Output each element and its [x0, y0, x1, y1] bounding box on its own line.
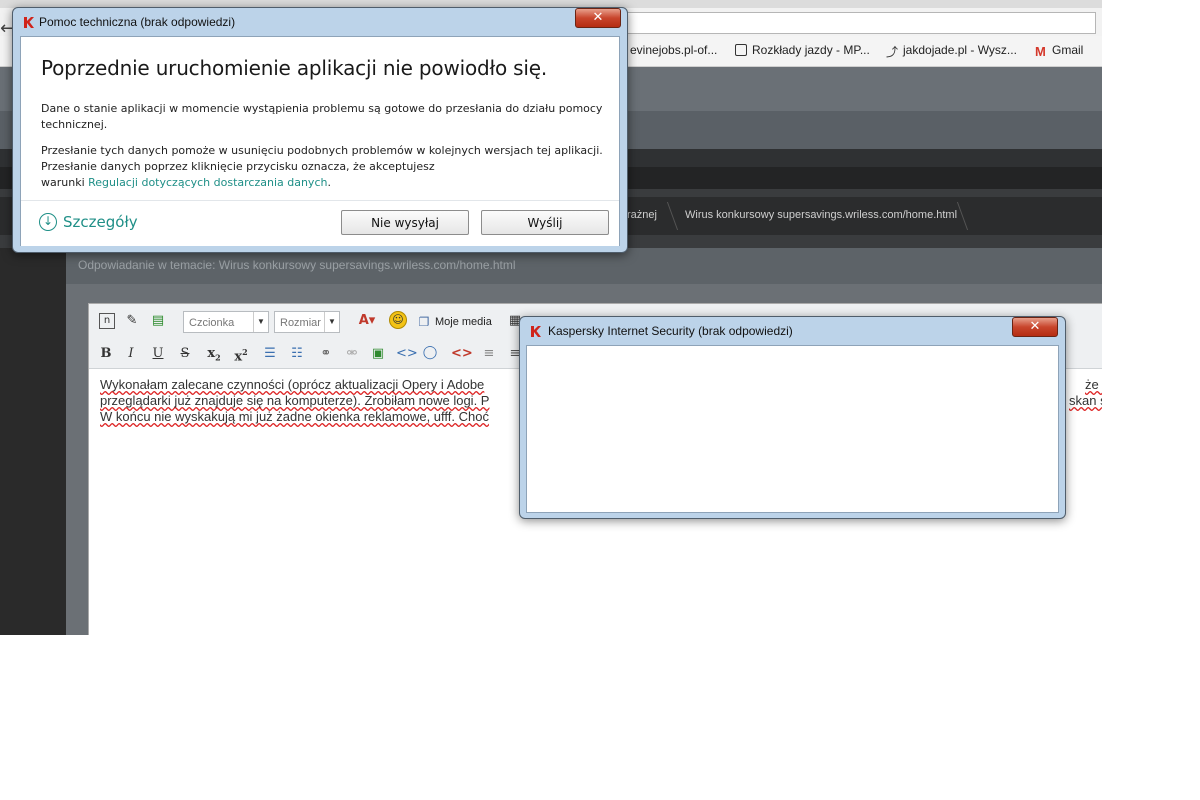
- dialog-text: Przesłanie tych danych pomoże w usunięci…: [41, 144, 603, 157]
- media-icon[interactable]: ❐: [417, 313, 431, 331]
- outdent-icon[interactable]: ≡: [481, 345, 497, 363]
- editor-text-fragment: skan s: [1069, 393, 1102, 408]
- dialog-text: Dane o stanie aplikacji w momencie wystą…: [41, 102, 603, 115]
- breadcrumb-separator: [666, 202, 679, 230]
- chevron-down-icon: ▼: [253, 312, 268, 332]
- text-color-icon[interactable]: A▾: [354, 312, 380, 330]
- kaspersky-icon: [24, 17, 34, 28]
- breadcrumb-separator: [956, 202, 969, 230]
- strikethrough-icon[interactable]: S: [178, 345, 192, 363]
- route-icon: ⤴: [886, 45, 899, 59]
- kis-dialog: Kaspersky Internet Security (brak odpowi…: [519, 316, 1066, 519]
- image-icon[interactable]: ▣: [370, 345, 386, 363]
- send-button[interactable]: Wyślij: [481, 210, 609, 235]
- smiley-icon[interactable]: ☺: [389, 311, 407, 329]
- dialog-text: warunki Regulacji dotyczących dostarczan…: [41, 176, 331, 189]
- bookmark-item[interactable]: Rozkłady jazdy - MP...: [735, 43, 870, 57]
- size-select[interactable]: Rozmiar ▼: [274, 311, 340, 333]
- dialog-content: [526, 345, 1059, 513]
- chevron-down-circle-icon: ↓: [39, 213, 57, 231]
- dialog-text: Przesłanie danych poprzez kliknięcie prz…: [41, 160, 435, 173]
- dialog-heading: Poprzednie uruchomienie aplikacji nie po…: [41, 56, 548, 80]
- dialog-content: Poprzednie uruchomienie aplikacji nie po…: [20, 36, 620, 246]
- bookmark-item[interactable]: M Gmail: [1035, 43, 1083, 58]
- dont-send-button[interactable]: Nie wysyłaj: [341, 210, 469, 235]
- details-label: Szczegóły: [63, 213, 138, 231]
- editor-text-fragment: że na: [1085, 377, 1102, 392]
- details-toggle[interactable]: ↓ Szczegóły: [39, 213, 138, 231]
- font-select[interactable]: Czcionka ▼: [183, 311, 269, 333]
- subscript-icon[interactable]: x2: [205, 345, 223, 367]
- italic-icon[interactable]: I: [124, 345, 138, 363]
- close-button[interactable]: ✕: [1012, 317, 1058, 337]
- page-left-margin: [0, 248, 66, 635]
- reply-title: Odpowiadanie w temacie: Wirus konkursowy…: [78, 258, 516, 272]
- close-icon: ✕: [1029, 319, 1041, 334]
- close-button[interactable]: ✕: [575, 8, 621, 28]
- unlink-icon[interactable]: ⚮: [343, 345, 361, 363]
- data-regulations-link[interactable]: Regulacji dotyczących dostarczania danyc…: [88, 176, 327, 189]
- dialog-title: Pomoc techniczna (brak odpowiedzi): [39, 15, 236, 29]
- bookmark-item[interactable]: ⤴ jakdojade.pl - Wysz...: [886, 43, 1017, 58]
- reply-header: Odpowiadanie w temacie: Wirus konkursowy…: [66, 248, 1102, 284]
- bookmark-item[interactable]: evinejobs.pl-of...: [630, 43, 717, 57]
- breadcrumb-item[interactable]: rażnej: [627, 209, 657, 221]
- support-dialog: Pomoc techniczna (brak odpowiedzi) ✕ Pop…: [12, 7, 628, 253]
- bus-icon: [735, 44, 747, 56]
- my-media-button[interactable]: Moje media: [435, 313, 492, 331]
- underline-icon[interactable]: U: [151, 345, 165, 363]
- bullet-list-icon[interactable]: ☰: [262, 345, 278, 363]
- dialog-footer: ↓ Szczegóły Nie wysyłaj Wyślij: [21, 200, 619, 246]
- eraser-icon[interactable]: ✎: [123, 312, 141, 330]
- bold-icon[interactable]: B: [99, 345, 113, 363]
- code-icon[interactable]: <>: [396, 345, 418, 363]
- dialog-title: Kaspersky Internet Security (brak odpowi…: [548, 324, 793, 338]
- link-icon[interactable]: ⚭: [317, 345, 335, 363]
- quote-icon[interactable]: ◯: [422, 344, 438, 362]
- html-icon[interactable]: <>: [451, 345, 473, 363]
- chevron-down-icon: ▼: [324, 312, 339, 332]
- gmail-icon: M: [1035, 44, 1046, 59]
- source-mode-icon[interactable]: n: [99, 313, 115, 329]
- superscript-icon[interactable]: x2: [232, 343, 250, 366]
- table-icon[interactable]: ▤: [149, 312, 167, 330]
- numbered-list-icon[interactable]: ☷: [289, 345, 305, 363]
- breadcrumb-item[interactable]: Wirus konkursowy supersavings.wriless.co…: [685, 209, 957, 221]
- kaspersky-icon: [531, 326, 541, 337]
- dialog-text: technicznej.: [41, 118, 108, 131]
- close-icon: ✕: [592, 10, 604, 25]
